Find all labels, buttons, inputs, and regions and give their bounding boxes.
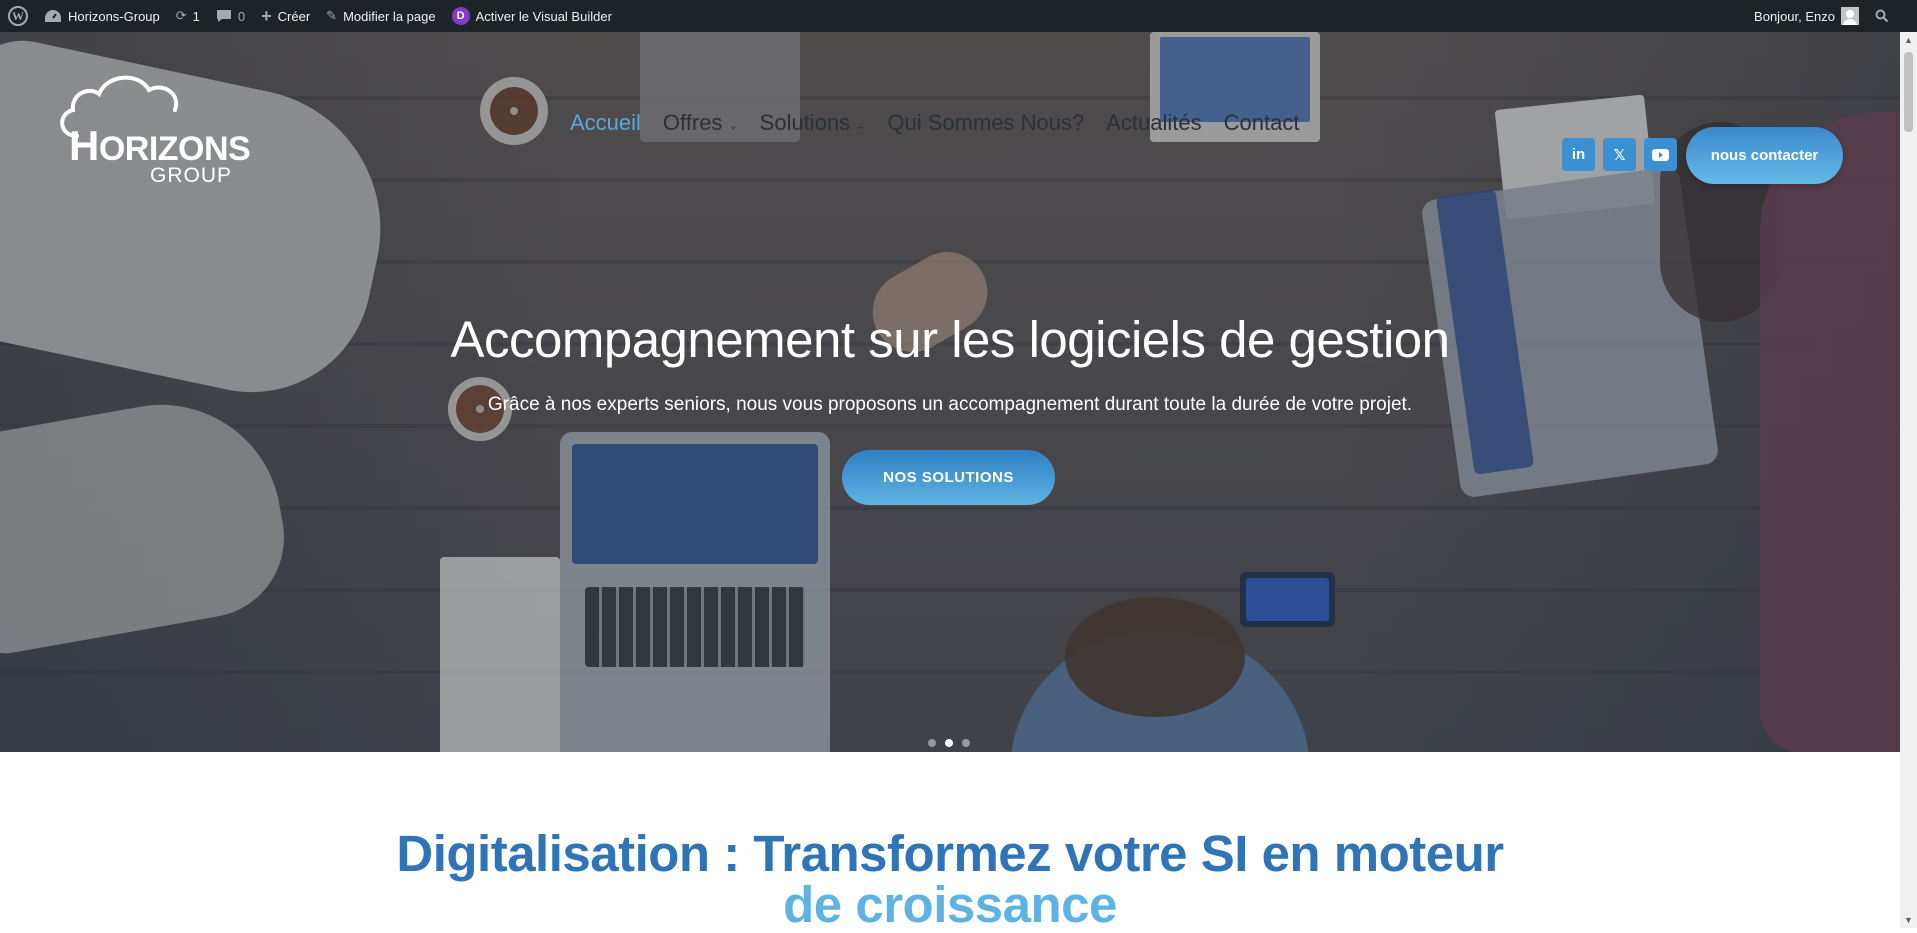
slider-dots: [928, 739, 970, 747]
section-title: Digitalisation : Transformez votre SI en…: [0, 828, 1900, 930]
social-links: in 𝕏: [1562, 138, 1677, 171]
create-label: Créer: [277, 8, 311, 24]
my-account-menu[interactable]: Bonjour, Enzo: [1746, 0, 1867, 32]
youtube-icon[interactable]: [1644, 138, 1677, 171]
dashboard-icon: [44, 9, 62, 23]
admin-bar: W Horizons-Group ⟳ 1 0 + Créer ✎ Modifie…: [0, 0, 1917, 32]
hero-slider: HORIZONS GROUP Accueil Offres ⌄ Solutions…: [0, 32, 1900, 752]
nav-item-solutions[interactable]: Solutions ⌄: [760, 110, 866, 136]
chevron-down-icon: ⌄: [856, 119, 866, 132]
slider-dot[interactable]: [962, 739, 970, 747]
logo-subtitle: GROUP: [150, 164, 233, 187]
updates-link[interactable]: ⟳ 1: [168, 0, 208, 32]
chevron-down-icon: ⌄: [728, 119, 738, 132]
pencil-icon: ✎: [326, 8, 338, 23]
admin-search[interactable]: [1867, 0, 1917, 32]
section-title-line1: Digitalisation : Transformez votre SI en…: [396, 825, 1504, 882]
scroll-down-icon[interactable]: ▼: [1900, 912, 1917, 928]
hero-subtitle: Grâce à nos experts seniors, nous vous p…: [487, 394, 1413, 415]
comments-count: 0: [237, 8, 246, 24]
visual-builder-link[interactable]: D Activer le Visual Builder: [444, 0, 620, 32]
page-scrollbar[interactable]: ▲ ▼: [1900, 32, 1917, 928]
updates-count: 1: [192, 8, 200, 24]
nav-item-actualites[interactable]: Actualités: [1106, 110, 1201, 136]
divi-icon: D: [451, 7, 470, 25]
visual-builder-label: Activer le Visual Builder: [475, 8, 612, 24]
logo-title: HORIZONS: [69, 122, 251, 169]
slider-dot[interactable]: [928, 739, 936, 747]
main-nav: Accueil Offres ⌄ Solutions ⌄ Qui Sommes No…: [570, 110, 1299, 136]
plus-icon: +: [261, 5, 272, 26]
x-twitter-icon[interactable]: 𝕏: [1603, 138, 1636, 171]
site-name-menu[interactable]: Horizons-Group: [36, 0, 168, 32]
nav-item-accueil[interactable]: Accueil: [570, 110, 641, 136]
nav-item-contact[interactable]: Contact: [1224, 110, 1300, 136]
edit-page-link[interactable]: ✎ Modifier la page: [318, 0, 443, 32]
solutions-button[interactable]: NOS SOLUTIONS: [842, 450, 1055, 505]
create-menu[interactable]: + Créer: [253, 0, 318, 32]
wp-logo-menu[interactable]: W: [0, 0, 36, 32]
avatar: [1841, 7, 1859, 25]
linkedin-icon[interactable]: in: [1562, 138, 1595, 171]
wordpress-icon: W: [8, 6, 28, 26]
search-icon: [1875, 9, 1889, 23]
contact-button[interactable]: nous contacter: [1686, 127, 1843, 184]
site-name: Horizons-Group: [68, 8, 160, 24]
site-logo[interactable]: HORIZONS GROUP: [55, 72, 251, 187]
comment-icon: [216, 9, 232, 23]
scroll-up-icon[interactable]: ▲: [1900, 32, 1917, 48]
nav-item-qui-sommes-nous[interactable]: Qui Sommes Nous?: [887, 110, 1084, 136]
edit-page-label: Modifier la page: [343, 8, 436, 24]
comments-link[interactable]: 0: [208, 0, 253, 32]
hero-title: Accompagnement sur les logiciels de gest…: [450, 311, 1450, 368]
nav-item-offres[interactable]: Offres ⌄: [663, 110, 738, 136]
slider-dot-active[interactable]: [945, 739, 953, 747]
section-title-line2: de croissance: [783, 876, 1117, 933]
greeting: Bonjour, Enzo: [1754, 8, 1835, 24]
updates-icon: ⟳: [175, 8, 187, 23]
scrollbar-thumb[interactable]: [1904, 52, 1913, 132]
